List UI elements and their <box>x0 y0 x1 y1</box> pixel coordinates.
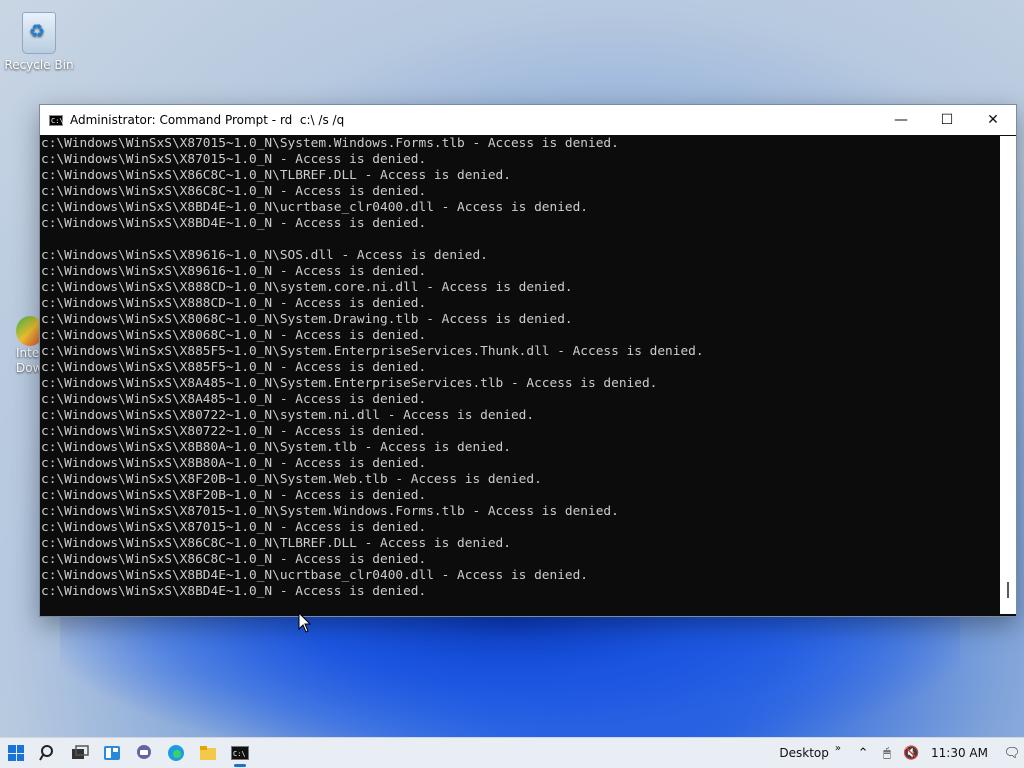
console-line: c:\Windows\WinSxS\X885F5~1.0_N\System.En… <box>41 344 704 359</box>
command-prompt-icon: C:\ <box>231 746 249 760</box>
network-icon[interactable]: 🖱 <box>875 746 899 761</box>
system-tray: Desktop » ⌃ 🖱 🔇 11:30 AM 🗨 <box>779 738 1024 768</box>
console-line: c:\Windows\WinSxS\X8068C~1.0_N\System.Dr… <box>41 312 573 327</box>
command-prompt-window[interactable]: C:\ Administrator: Command Prompt - rd c… <box>39 104 1017 617</box>
console-line: c:\Windows\WinSxS\X885F5~1.0_N - Access … <box>41 360 427 375</box>
console-line: c:\Windows\WinSxS\X80722~1.0_N - Access … <box>41 424 427 439</box>
show-hidden-icons-icon[interactable]: ⌃ <box>851 746 875 761</box>
console-line: c:\Windows\WinSxS\X86C8C~1.0_N - Access … <box>41 184 427 199</box>
chat-icon <box>137 745 151 759</box>
edge-icon <box>168 745 184 761</box>
clock[interactable]: 11:30 AM <box>931 746 988 760</box>
vertical-scrollbar[interactable] <box>1000 136 1016 614</box>
recycle-bin-label: Recycle Bin <box>4 58 74 72</box>
console-line: c:\Windows\WinSxS\X89616~1.0_N\SOS.dll -… <box>41 248 488 263</box>
console-line: c:\Windows\WinSxS\X8BD4E~1.0_N\ucrtbase_… <box>41 200 589 215</box>
window-titlebar[interactable]: C:\ Administrator: Command Prompt - rd c… <box>40 105 1016 135</box>
console-line: c:\Windows\WinSxS\X8BD4E~1.0_N - Access … <box>41 584 427 599</box>
chat-button[interactable] <box>128 738 160 768</box>
console-line: c:\Windows\WinSxS\X86C8C~1.0_N\TLBREF.DL… <box>41 536 511 551</box>
desktop-toolbar-label[interactable]: Desktop <box>779 746 829 760</box>
console-line: c:\Windows\WinSxS\X87015~1.0_N\System.Wi… <box>41 504 619 519</box>
console-line: c:\Windows\WinSxS\X87015~1.0_N\System.Wi… <box>41 136 619 151</box>
volume-muted-icon[interactable]: 🔇 <box>899 746 923 761</box>
command-prompt-icon: C:\ <box>49 114 64 126</box>
console-line: c:\Windows\WinSxS\X8F20B~1.0_N - Access … <box>41 488 427 503</box>
search-button[interactable] <box>32 738 64 768</box>
start-button[interactable] <box>0 738 32 768</box>
console-line: c:\Windows\WinSxS\X80722~1.0_N\system.ni… <box>41 408 535 423</box>
search-icon <box>39 745 53 761</box>
task-view-button[interactable] <box>64 738 96 768</box>
start-icon <box>8 745 24 761</box>
console-line: c:\Windows\WinSxS\X8068C~1.0_N - Access … <box>41 328 427 343</box>
console-line: c:\Windows\WinSxS\X87015~1.0_N - Access … <box>41 152 427 167</box>
file-explorer-button[interactable] <box>192 738 224 768</box>
console-line: c:\Windows\WinSxS\X8F20B~1.0_N\System.We… <box>41 472 542 487</box>
minimize-button[interactable]: — <box>878 105 924 135</box>
console-line: c:\Windows\WinSxS\X8A485~1.0_N - Access … <box>41 392 427 407</box>
console-line: c:\Windows\WinSxS\X86C8C~1.0_N\TLBREF.DL… <box>41 168 511 183</box>
console-output[interactable]: c:\Windows\WinSxS\X87015~1.0_N\System.Wi… <box>40 136 1001 614</box>
task-view-icon <box>72 745 89 759</box>
edge-button[interactable] <box>160 738 192 768</box>
console-line: c:\Windows\WinSxS\X8BD4E~1.0_N\ucrtbase_… <box>41 568 589 583</box>
maximize-button[interactable]: ☐ <box>924 105 970 135</box>
console-line: c:\Windows\WinSxS\X8B80A~1.0_N\System.tl… <box>41 440 511 455</box>
close-button[interactable]: ✕ <box>970 105 1016 135</box>
toolbar-overflow-icon[interactable]: » <box>835 743 841 754</box>
mouse-pointer-icon <box>298 612 312 633</box>
console-line: c:\Windows\WinSxS\X87015~1.0_N - Access … <box>41 520 427 535</box>
taskbar: C:\ Desktop » ⌃ 🖱 🔇 11:30 AM 🗨 <box>0 737 1024 768</box>
console-line: c:\Windows\WinSxS\X8A485~1.0_N\System.En… <box>41 376 658 391</box>
console-line: c:\Windows\WinSxS\X8BD4E~1.0_N - Access … <box>41 216 427 231</box>
widgets-button[interactable] <box>96 738 128 768</box>
console-line: c:\Windows\WinSxS\X8B80A~1.0_N - Access … <box>41 456 427 471</box>
console-line: c:\Windows\WinSxS\X888CD~1.0_N\system.co… <box>41 280 573 295</box>
widgets-icon <box>104 746 120 760</box>
console-line: c:\Windows\WinSxS\X888CD~1.0_N - Access … <box>41 296 427 311</box>
console-line: c:\Windows\WinSxS\X89616~1.0_N - Access … <box>41 264 427 279</box>
window-title: Administrator: Command Prompt - rd c:\ /… <box>70 113 345 127</box>
recycle-bin-desktop-icon[interactable]: ♻ Recycle Bin <box>4 8 74 72</box>
notifications-icon[interactable]: 🗨 <box>1000 746 1024 761</box>
folder-icon <box>200 746 216 760</box>
window-controls: — ☐ ✕ <box>878 105 1016 135</box>
svg-text:C:\: C:\ <box>233 750 246 758</box>
scrollbar-thumb[interactable] <box>1007 582 1009 598</box>
console-line: c:\Windows\WinSxS\X86C8C~1.0_N - Access … <box>41 552 427 567</box>
recycle-bin-icon: ♻ <box>22 12 56 54</box>
command-prompt-taskbar-button[interactable]: C:\ <box>224 738 256 768</box>
